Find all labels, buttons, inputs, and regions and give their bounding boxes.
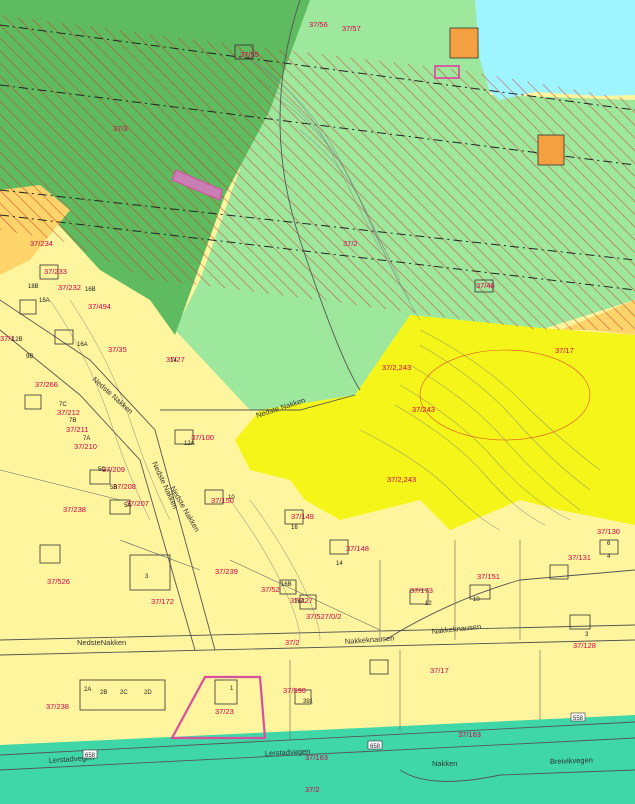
house-number: 16B [85, 287, 96, 293]
parcel-label: 37/57 [342, 24, 361, 33]
house-number: 16A [77, 342, 88, 348]
parcel-label: 37/17 [555, 346, 574, 355]
house-number: 2D [144, 690, 152, 696]
parcel-label: 37/211 [66, 425, 88, 434]
zoning-map[interactable]: 37/56 37/57 37/55 37/3 37/234 37/233 37/232 37/… [0, 0, 635, 804]
house-number: 2B [100, 690, 107, 696]
house-number: 2A [84, 687, 91, 693]
parcel-label: 37/2 [343, 239, 358, 248]
parcel-label: 37/52 [261, 585, 280, 594]
house-number: 2C [120, 690, 128, 696]
house-number: 14 [336, 561, 343, 567]
house-number: 16B [281, 582, 292, 588]
parcel-label: 37/210 [74, 442, 97, 451]
parcel-label: 37/17 [430, 666, 449, 675]
map-canvas: 37/56 37/57 37/55 37/3 37/234 37/233 37/232 37/… [0, 0, 635, 804]
parcel-label: 37/526 [47, 577, 70, 586]
parcel-label: 37/239 [215, 567, 238, 576]
parcel-label: 37/128 [573, 641, 596, 650]
house-number: 16 [291, 525, 298, 531]
house-number: 9B [26, 354, 33, 360]
parcel-label: 37/212 [57, 408, 80, 417]
house-number: 16A [294, 599, 305, 605]
parcel-label: 37/494 [88, 302, 111, 311]
parcel-label: 37/2,243 [382, 363, 411, 372]
house-number: 5C [98, 467, 106, 473]
house-number: 5B [110, 485, 117, 491]
parcel-label: 37/56 [309, 20, 328, 29]
parcel-label: 37/243 [412, 405, 435, 414]
road-number: 558 [573, 716, 584, 722]
road-number: 658 [85, 753, 96, 759]
house-number: 14 [170, 358, 177, 364]
parcel-label: 37/232 [58, 283, 81, 292]
parcel-label: 37/238 [46, 702, 69, 711]
road-name: NedsteNakken [77, 638, 126, 647]
parcel-label: 37/35 [108, 345, 127, 354]
house-number: 7B [69, 418, 76, 424]
parcel-label: 37/172 [151, 597, 174, 606]
parcel-label: 37/131 [568, 553, 591, 562]
parcel-label: 37/149 [291, 512, 314, 521]
house-number: 12A [184, 441, 195, 447]
parcel-label: 37/2 [305, 785, 320, 794]
parcel-label: 37/23 [215, 707, 234, 716]
orange-structure-1 [449, 27, 479, 59]
house-number: 10 [228, 495, 235, 501]
parcel-label: 37/266 [35, 380, 58, 389]
house-number: 7A [83, 436, 90, 442]
house-number: 18A [39, 298, 50, 304]
parcel-label: 37/238 [63, 505, 86, 514]
parcel-label: 37/55 [240, 50, 259, 59]
parcel-label: 37/151 [477, 572, 500, 581]
parcel-label: 37/527/0/2 [306, 612, 341, 621]
parcel-label: 37/590 [283, 686, 306, 695]
house-number: 12B [12, 337, 23, 343]
house-number: 391 [303, 699, 314, 705]
house-number: 7C [59, 402, 67, 408]
parcel-label: 37/234 [30, 239, 53, 248]
parcel-label: 37/163 [458, 730, 481, 739]
road-name: Breivikvegen [550, 756, 593, 766]
road-number: 658 [370, 744, 381, 750]
house-number: 5A [124, 503, 131, 509]
house-number: 18B [28, 284, 39, 290]
house-number: 10 [473, 597, 480, 603]
parcel-label: 37/130 [597, 527, 620, 536]
parcel-label: 37/46 [476, 281, 495, 290]
orange-structure-2 [537, 134, 565, 166]
road-name: Nakken [432, 759, 457, 768]
parcel-label: 37/2 [285, 638, 300, 647]
parcel-label: 37/2,243 [387, 475, 416, 484]
parcel-label: 37/3 [113, 124, 128, 133]
parcel-label: 37/148 [346, 544, 369, 553]
house-number: 12 [425, 601, 432, 607]
parcel-label: 37/173 [410, 586, 433, 595]
parcel-label: 37/233 [44, 267, 67, 276]
